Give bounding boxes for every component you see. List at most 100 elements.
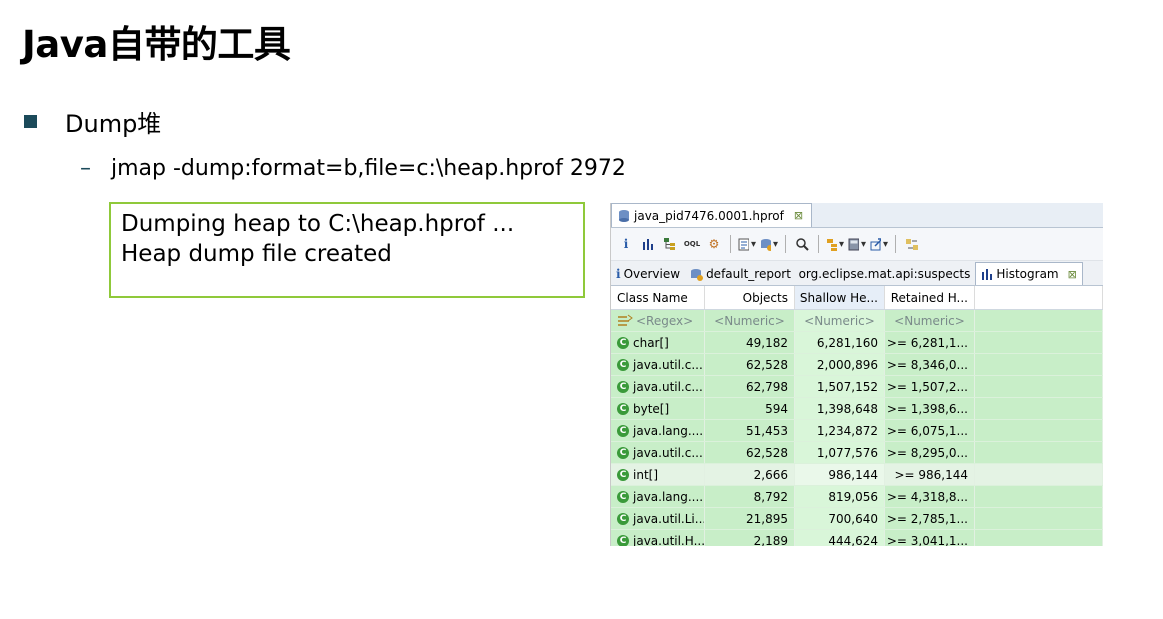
- console-output: Dumping heap to C:\heap.hprof ... Heap d…: [109, 202, 585, 298]
- filter-shallow-heap[interactable]: <Numeric>: [795, 310, 885, 331]
- toolbar-separator: [895, 235, 896, 253]
- class-name-cell: Cjava.util.H...: [611, 530, 705, 546]
- objects-cell: 2,666: [705, 464, 795, 485]
- table-row[interactable]: Cint[] 2,666 986,144 >= 986,144: [611, 464, 1103, 486]
- empty-cell: [975, 508, 1103, 529]
- class-name-cell: Cjava.util.c...: [611, 376, 705, 397]
- table-row[interactable]: Cchar[] 49,182 6,281,160 >= 6,281,1...: [611, 332, 1103, 354]
- table-row[interactable]: Cbyte[] 594 1,398,648 >= 1,398,6...: [611, 398, 1103, 420]
- dominator-tree-icon[interactable]: [661, 235, 679, 253]
- objects-cell: 51,453: [705, 420, 795, 441]
- sub-bullet-command: – jmap -dump:format=b,file=c:\heap.hprof…: [80, 156, 626, 181]
- export-icon[interactable]: [870, 235, 888, 253]
- tab-label: Histogram: [996, 267, 1059, 281]
- class-name-cell: Cjava.util.c...: [611, 442, 705, 463]
- retained-heap-cell: >= 4,318,8...: [885, 486, 975, 507]
- oql-icon[interactable]: OQL: [683, 235, 701, 253]
- filter-row: <Regex> <Numeric> <Numeric> <Numeric>: [611, 310, 1103, 332]
- filter-regex-text: <Regex>: [636, 313, 694, 328]
- class-name-cell: Cjava.util.Li...: [611, 508, 705, 529]
- group-by-icon[interactable]: [826, 235, 844, 253]
- objects-cell: 49,182: [705, 332, 795, 353]
- filter-class-name[interactable]: <Regex>: [611, 310, 705, 331]
- class-icon: C: [617, 380, 629, 393]
- retained-heap-cell: >= 6,075,1...: [885, 420, 975, 441]
- retained-heap-cell: >= 2,785,1...: [885, 508, 975, 529]
- info-icon[interactable]: i: [617, 235, 635, 253]
- search-icon[interactable]: [793, 235, 811, 253]
- class-name-cell: Cjava.lang....: [611, 420, 705, 441]
- filter-icon: [618, 314, 633, 326]
- class-name-text: char[]: [633, 335, 669, 350]
- shallow-heap-cell: 1,234,872: [795, 420, 885, 441]
- class-icon: C: [617, 512, 629, 525]
- empty-cell: [975, 354, 1103, 375]
- column-header-retained-heap[interactable]: Retained H...: [885, 286, 975, 309]
- console-line: Heap dump file created: [121, 241, 392, 267]
- objects-cell: 62,528: [705, 442, 795, 463]
- retained-heap-cell: >= 8,346,0...: [885, 354, 975, 375]
- result-tabs: i Overview default_report org.eclipse.ma…: [611, 261, 1103, 286]
- objects-cell: 21,895: [705, 508, 795, 529]
- column-header-objects[interactable]: Objects: [705, 286, 795, 309]
- tab-overview[interactable]: i Overview: [611, 263, 685, 285]
- square-bullet-icon: [24, 115, 37, 128]
- calculator-icon[interactable]: [848, 235, 866, 253]
- empty-cell: [975, 420, 1103, 441]
- objects-cell: 62,528: [705, 354, 795, 375]
- tab-default-report[interactable]: default_report org.eclipse.mat.api:suspe…: [685, 263, 975, 285]
- filter-objects[interactable]: <Numeric>: [705, 310, 795, 331]
- empty-cell: [975, 464, 1103, 485]
- column-header-class-name[interactable]: Class Name: [611, 286, 705, 309]
- retained-heap-cell: >= 3,041,1...: [885, 530, 975, 546]
- editor-tab-hprof[interactable]: java_pid7476.0001.hprof ⊠: [611, 203, 813, 227]
- gear-icon[interactable]: ⚙: [705, 235, 723, 253]
- class-name-cell: Cjava.lang....: [611, 486, 705, 507]
- toolbar-separator: [818, 235, 819, 253]
- database-icon: [619, 209, 629, 222]
- close-icon[interactable]: ⊠: [794, 209, 803, 222]
- empty-cell: [975, 486, 1103, 507]
- table-row[interactable]: Cjava.util.c... 62,528 1,077,576 >= 8,295,0…: [611, 442, 1103, 464]
- class-icon: C: [617, 490, 629, 503]
- run-report-icon[interactable]: [738, 235, 756, 253]
- tab-label: default_report org.eclipse.mat.api:suspe…: [706, 267, 971, 281]
- empty-cell: [975, 442, 1103, 463]
- compare-icon[interactable]: [903, 235, 921, 253]
- histogram-icon[interactable]: [639, 235, 657, 253]
- shallow-heap-cell: 819,056: [795, 486, 885, 507]
- class-icon: C: [617, 358, 629, 371]
- filter-retained-heap[interactable]: <Numeric>: [885, 310, 975, 331]
- column-header-shallow-heap[interactable]: Shallow He...: [795, 286, 885, 309]
- table-row[interactable]: Cjava.lang.... 8,792 819,056 >= 4,318,8...: [611, 486, 1103, 508]
- class-name-text: java.util.c...: [633, 357, 703, 372]
- console-line: Dumping heap to C:\heap.hprof ...: [121, 211, 515, 237]
- class-icon: C: [617, 424, 629, 437]
- retained-heap-cell: >= 6,281,1...: [885, 332, 975, 353]
- table-row[interactable]: Cjava.util.H... 2,189 444,624 >= 3,041,1...: [611, 530, 1103, 546]
- class-icon: C: [617, 446, 629, 459]
- table-row[interactable]: Cjava.util.Li... 21,895 700,640 >= 2,785,1.…: [611, 508, 1103, 530]
- empty-cell: [975, 332, 1103, 353]
- close-icon[interactable]: ⊠: [1068, 268, 1077, 281]
- class-name-text: int[]: [633, 467, 659, 482]
- empty-cell: [975, 530, 1103, 546]
- column-header-empty: [975, 286, 1103, 309]
- class-name-text: java.util.c...: [633, 445, 703, 460]
- shallow-heap-cell: 444,624: [795, 530, 885, 546]
- table-row[interactable]: Cjava.util.c... 62,528 2,000,896 >= 8,346,0…: [611, 354, 1103, 376]
- toolbar-separator: [730, 235, 731, 253]
- retained-heap-cell: >= 1,507,2...: [885, 376, 975, 397]
- retained-heap-cell: >= 1,398,6...: [885, 398, 975, 419]
- report-icon: [691, 268, 704, 281]
- tab-histogram[interactable]: Histogram ⊠: [975, 262, 1083, 285]
- class-icon: C: [617, 402, 629, 415]
- table-row[interactable]: Cjava.util.c... 62,798 1,507,152 >= 1,507,2…: [611, 376, 1103, 398]
- table-row[interactable]: Cjava.lang.... 51,453 1,234,872 >= 6,075,1.…: [611, 420, 1103, 442]
- shallow-heap-cell: 1,507,152: [795, 376, 885, 397]
- class-name-cell: Cbyte[]: [611, 398, 705, 419]
- objects-cell: 8,792: [705, 486, 795, 507]
- slide-title: Java自带的工具: [22, 23, 291, 66]
- heap-dump-overview-icon[interactable]: [760, 235, 778, 253]
- table-header: Class Name Objects Shallow He... Retaine…: [611, 286, 1103, 310]
